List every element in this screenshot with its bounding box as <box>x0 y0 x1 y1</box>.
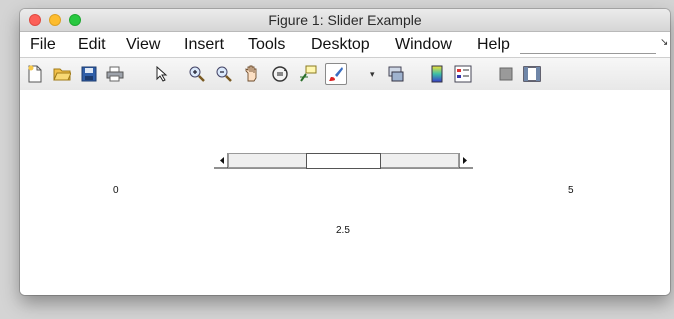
slider-min-label: 0 <box>113 185 119 196</box>
brush-dropdown-chevron-down-icon[interactable]: ▾ <box>370 69 375 80</box>
menu-overflow-arrow-icon[interactable]: ↘ <box>660 37 668 48</box>
link-plot-icon[interactable] <box>387 65 405 83</box>
figure-window: Figure 1: Slider Example File Edit View … <box>20 9 670 295</box>
menu-view[interactable]: View <box>126 36 160 54</box>
save-icon[interactable] <box>80 65 98 83</box>
slider-value-label: 2.5 <box>336 225 350 236</box>
figure-canvas: 0 5 2.5 <box>20 90 670 295</box>
value-slider[interactable] <box>213 152 474 170</box>
menu-tools[interactable]: Tools <box>248 36 285 54</box>
menu-file[interactable]: File <box>30 36 56 54</box>
colorbar-icon[interactable] <box>428 65 446 83</box>
show-plot-tools-icon[interactable] <box>523 65 541 83</box>
brush-icon[interactable] <box>325 63 347 85</box>
menu-insert[interactable]: Insert <box>184 36 224 54</box>
menu-edit[interactable]: Edit <box>78 36 106 54</box>
pan-hand-icon[interactable] <box>243 65 261 83</box>
menu-divider <box>520 53 656 54</box>
slider-max-label: 5 <box>568 185 574 196</box>
title-bar[interactable]: Figure 1: Slider Example <box>20 9 670 32</box>
slider-thumb[interactable] <box>306 153 381 169</box>
zoom-out-icon[interactable] <box>215 65 233 83</box>
zoom-in-icon[interactable] <box>188 65 206 83</box>
hide-plot-tools-icon[interactable] <box>497 65 515 83</box>
data-cursor-icon[interactable] <box>299 65 317 83</box>
menu-help[interactable]: Help <box>477 36 510 54</box>
menu-bar: File Edit View Insert Tools Desktop Wind… <box>20 32 670 57</box>
menu-desktop[interactable]: Desktop <box>311 36 370 54</box>
open-folder-icon[interactable] <box>53 65 71 83</box>
menu-window[interactable]: Window <box>395 36 452 54</box>
print-icon[interactable] <box>106 65 124 83</box>
pointer-arrow-icon[interactable] <box>153 65 171 83</box>
new-figure-icon[interactable] <box>26 65 44 83</box>
legend-icon[interactable] <box>454 65 472 83</box>
rotate-3d-icon[interactable] <box>271 65 289 83</box>
window-title: Figure 1: Slider Example <box>268 12 422 28</box>
toolbar: ▾ <box>20 57 670 91</box>
